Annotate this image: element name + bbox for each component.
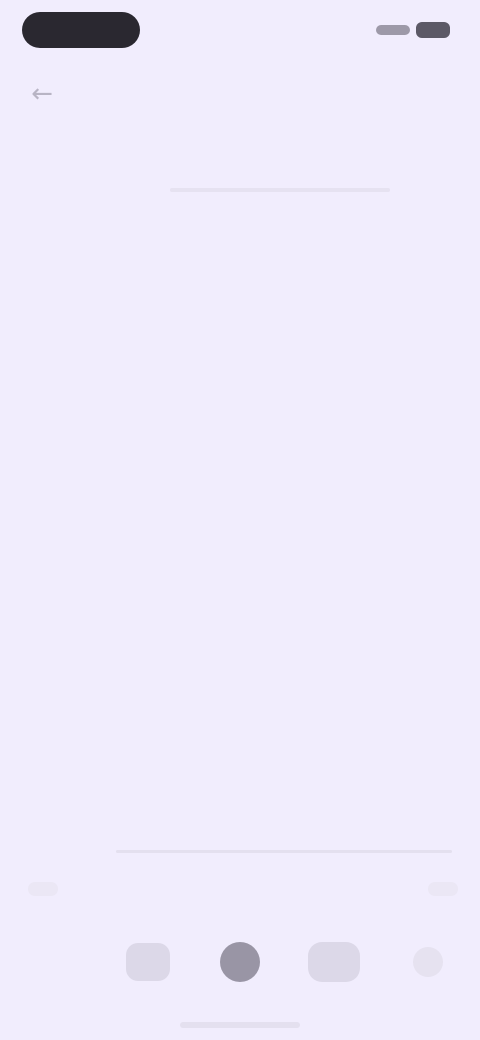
article-kicker	[24, 222, 440, 262]
nav-item-1-button[interactable]	[122, 938, 174, 986]
bottom-section-header	[26, 832, 452, 872]
bottom-sub-row	[0, 878, 480, 902]
nav-item-3-button[interactable]	[304, 938, 364, 986]
article-meta	[24, 310, 440, 340]
signal-icon	[376, 25, 410, 35]
nav-item-2-button[interactable]	[214, 936, 266, 988]
bottom-section-divider	[116, 850, 452, 853]
status-bar	[0, 0, 480, 60]
home-indicator[interactable]	[180, 1022, 300, 1028]
sub-left-indicator	[28, 882, 58, 896]
top-bar-title	[150, 82, 340, 104]
status-icons	[376, 22, 450, 38]
nav-item-1-icon	[126, 943, 170, 981]
header-divider	[170, 188, 390, 192]
nav-item-4-icon	[413, 947, 443, 977]
article-content	[24, 222, 440, 388]
battery-icon	[416, 22, 450, 38]
back-icon[interactable]: ←	[22, 76, 62, 112]
status-time-pill	[22, 12, 140, 48]
bottom-navigation	[0, 928, 480, 998]
nav-item-4-button[interactable]	[406, 942, 450, 982]
nav-item-2-icon	[220, 942, 260, 982]
sub-right-indicator	[428, 882, 458, 896]
nav-item-3-icon	[308, 942, 360, 982]
top-app-bar: ←	[0, 72, 480, 116]
